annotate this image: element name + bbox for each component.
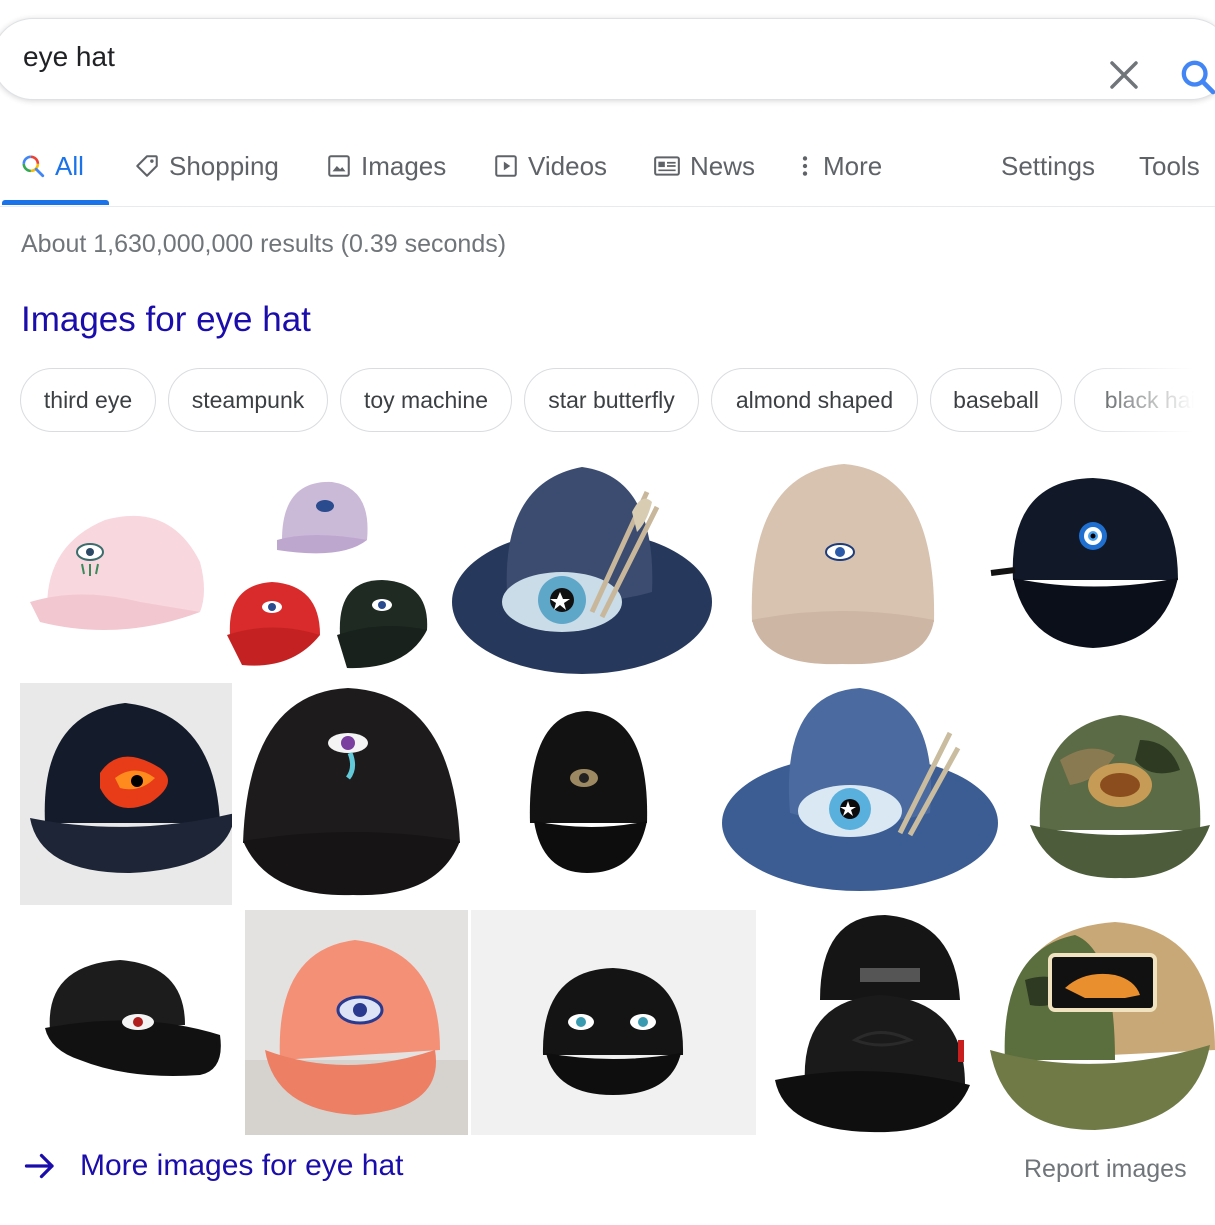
search-input[interactable]: eye hat — [23, 41, 115, 73]
image-result[interactable] — [1020, 700, 1215, 905]
image-result[interactable] — [20, 452, 215, 677]
tab-tools[interactable]: Tools — [1139, 146, 1200, 186]
image-result[interactable] — [238, 683, 466, 905]
tab-news-label: News — [690, 150, 756, 181]
image-result[interactable] — [222, 470, 437, 675]
tab-images-label: Images — [361, 150, 447, 181]
image-result[interactable] — [20, 683, 232, 905]
chip-baseball[interactable]: baseball — [930, 368, 1062, 432]
tab-settings[interactable]: Settings — [1001, 146, 1095, 186]
chip-star-butterfly[interactable]: star butterfly — [524, 368, 699, 432]
close-icon[interactable] — [1108, 59, 1140, 91]
image-result[interactable] — [471, 910, 756, 1135]
report-images-link[interactable]: Report images — [1024, 1155, 1187, 1184]
image-result[interactable] — [472, 683, 717, 905]
active-tab-indicator — [2, 200, 109, 205]
image-refinement-chips: third eye steampunk toy machine star but… — [20, 368, 1215, 434]
tab-more[interactable]: More — [796, 146, 882, 186]
tab-videos[interactable]: Videos — [493, 146, 607, 186]
arrow-right-icon — [24, 1153, 54, 1179]
search-tabs: All Shopping Images Videos News More Set… — [0, 130, 1215, 207]
chip-black-hair[interactable]: black hair — [1074, 368, 1215, 432]
results-stats: About 1,630,000,000 results (0.39 second… — [21, 230, 507, 258]
image-result[interactable] — [245, 910, 468, 1135]
tab-shopping-label: Shopping — [169, 150, 279, 181]
play-icon — [495, 155, 517, 177]
tab-news[interactable]: News — [653, 146, 755, 186]
more-images-link[interactable]: More images for eye hat — [22, 1148, 403, 1184]
search-box[interactable]: eye hat — [0, 18, 1215, 100]
tab-settings-label: Settings — [1001, 150, 1095, 181]
more-images-label: More images for eye hat — [80, 1149, 404, 1182]
image-result[interactable] — [722, 452, 967, 677]
tab-all-label: All — [55, 150, 84, 181]
images-heading-link[interactable]: Images for eye hat — [21, 300, 311, 340]
image-icon — [328, 155, 350, 177]
tag-icon — [136, 155, 158, 177]
tab-shopping[interactable]: Shopping — [134, 146, 279, 186]
search-color-icon — [22, 155, 45, 178]
image-result[interactable] — [770, 910, 977, 1135]
search-icon[interactable] — [1178, 57, 1215, 97]
image-result[interactable] — [20, 910, 240, 1135]
tab-all[interactable]: All — [20, 146, 84, 186]
chip-third-eye[interactable]: third eye — [20, 368, 156, 432]
news-icon — [654, 156, 680, 176]
tab-tools-label: Tools — [1139, 150, 1200, 181]
chip-almond-shaped[interactable]: almond shaped — [711, 368, 918, 432]
tab-images[interactable]: Images — [326, 146, 446, 186]
image-result[interactable] — [720, 683, 1002, 905]
image-result[interactable] — [442, 452, 719, 677]
image-result[interactable] — [973, 470, 1215, 675]
vertical-dots-icon — [802, 156, 808, 176]
tab-more-label: More — [823, 150, 883, 181]
chip-steampunk[interactable]: steampunk — [168, 368, 328, 432]
image-result[interactable] — [985, 910, 1215, 1135]
chip-toy-machine[interactable]: toy machine — [340, 368, 512, 432]
tab-videos-label: Videos — [528, 150, 608, 181]
